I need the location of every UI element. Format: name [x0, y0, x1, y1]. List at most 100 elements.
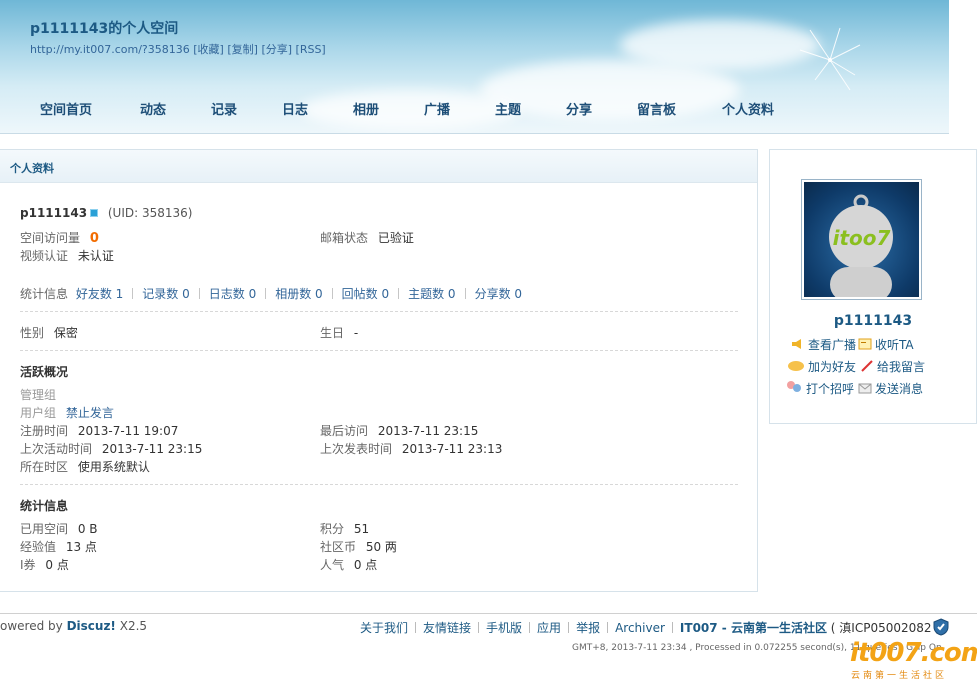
exp-row: 经验值 13 点 — [20, 538, 97, 555]
space-used-row: 已用空间 0 B — [20, 520, 98, 537]
divider — [478, 622, 480, 633]
video-value: 未认证 — [77, 249, 114, 263]
nav-feed[interactable]: 动态 — [140, 99, 211, 118]
follow-label: 收听TA — [875, 338, 914, 352]
powered-version: X2.5 — [119, 619, 148, 633]
add-friend-link[interactable]: 加为好友 — [787, 358, 856, 375]
discuz-link[interactable]: Discuz! — [67, 619, 116, 633]
user-group-link[interactable]: 禁止发言 — [66, 406, 114, 420]
email-value: 已验证 — [377, 231, 414, 245]
credits-label: 积分 — [320, 522, 345, 536]
powered-by: owered by Discuz! X2.5 — [0, 619, 147, 633]
nav-blog[interactable]: 日志 — [282, 99, 353, 118]
watermark-subtitle: 云南第一生活社区 — [851, 671, 948, 681]
nav-guestbook[interactable]: 留言板 — [637, 99, 722, 118]
divider — [398, 288, 400, 299]
admin-group-row: 管理组 — [20, 386, 56, 403]
divider — [20, 350, 738, 351]
stat-reply-link[interactable]: 回帖数 0 — [342, 287, 389, 301]
nav-album[interactable]: 相册 — [353, 99, 424, 118]
footer-report-link[interactable]: 举报 — [576, 621, 600, 635]
footer-archiver-link[interactable]: Archiver — [615, 621, 665, 635]
footer-links: 关于我们 友情链接 手机版 应用 举报 Archiver IT007 - 云南第一生活社区 … — [360, 619, 940, 636]
footer-site-link[interactable]: IT007 - 云南第一生活社区 — [680, 621, 827, 635]
add-friend-label: 加为好友 — [808, 360, 857, 374]
side-username[interactable]: p1111143 — [770, 313, 976, 329]
space-title: p1111143的个人空间 — [30, 21, 179, 37]
send-message-link[interactable]: 发送消息 — [858, 380, 923, 397]
speaker-icon — [791, 338, 805, 350]
powered-prefix: owered by — [0, 619, 63, 633]
birthday-label: 生日 — [320, 326, 345, 340]
favorite-link[interactable]: [收藏] — [193, 43, 224, 56]
popularity-value: 0 点 — [353, 558, 378, 572]
nav-share[interactable]: 分享 — [566, 99, 637, 118]
nav-doing[interactable]: 记录 — [211, 99, 282, 118]
divider — [132, 288, 134, 299]
user-group-row: 用户组 禁止发言 — [20, 404, 114, 421]
stat-share-link[interactable]: 分享数 0 — [475, 287, 522, 301]
nav-broadcast[interactable]: 广播 — [424, 99, 495, 118]
rss-link[interactable]: [RSS] — [296, 43, 326, 56]
handshake-icon — [787, 360, 805, 372]
space-used-label: 已用空间 — [20, 522, 69, 536]
voucher-label: I券 — [20, 558, 36, 572]
gender-value: 保密 — [53, 326, 78, 340]
user-card: itoo7 p1111143 查看广播 收听TA 加为好友 给我留言 打个招呼 … — [769, 149, 977, 424]
nav-thread[interactable]: 主题 — [495, 99, 566, 118]
email-row: 邮箱状态 已验证 — [320, 229, 414, 246]
last-visit-value: 2013-7-11 23:15 — [377, 424, 479, 438]
stat-album-link[interactable]: 相册数 0 — [275, 287, 322, 301]
stat-thread-link[interactable]: 主题数 0 — [408, 287, 455, 301]
space-url-link[interactable]: http://my.it007.com/?358136 — [30, 43, 190, 56]
visits-row: 空间访问量 0 — [20, 229, 99, 246]
divider — [415, 622, 417, 633]
footer-apps-link[interactable]: 应用 — [537, 621, 561, 635]
nav-profile[interactable]: 个人资料 — [722, 99, 802, 118]
send-message-label: 发送消息 — [875, 382, 924, 396]
follow-icon — [858, 338, 872, 350]
divider — [20, 484, 738, 485]
stat-doing-link[interactable]: 记录数 0 — [142, 287, 189, 301]
avatar[interactable]: itoo7 — [801, 179, 922, 300]
security-shield-icon[interactable] — [932, 618, 950, 636]
reg-time-label: 注册时间 — [20, 424, 69, 438]
view-broadcast-link[interactable]: 查看广播 — [791, 336, 856, 353]
watermark-logo: it007.com — [850, 638, 977, 668]
stat-blog-link[interactable]: 日志数 0 — [209, 287, 256, 301]
coins-row: 社区币 50 两 — [320, 538, 397, 555]
footer-about-link[interactable]: 关于我们 — [360, 621, 408, 635]
timezone-value: 使用系统默认 — [77, 460, 150, 474]
profile-uid: (UID: 358136) — [107, 206, 193, 220]
copy-link[interactable]: [复制] — [227, 43, 258, 56]
voucher-row: I券 0 点 — [20, 556, 69, 573]
nav-home[interactable]: 空间首页 — [40, 99, 140, 118]
poke-link[interactable]: 打个招呼 — [785, 380, 854, 397]
avatar-logo-text: itoo7 — [832, 226, 891, 250]
stat-friends-link[interactable]: 好友数 1 — [76, 287, 123, 301]
popularity-label: 人气 — [320, 558, 345, 572]
last-active-value: 2013-7-11 23:15 — [101, 442, 203, 456]
footer-friendlinks-link[interactable]: 友情链接 — [423, 621, 471, 635]
credits-value: 51 — [353, 522, 370, 536]
video-label: 视频认证 — [20, 249, 69, 263]
poke-icon — [785, 380, 803, 392]
share-link[interactable]: [分享] — [261, 43, 292, 56]
video-row: 视频认证 未认证 — [20, 247, 114, 264]
follow-link[interactable]: 收听TA — [858, 336, 914, 353]
email-label: 邮箱状态 — [320, 231, 369, 245]
stat-section-title: 统计信息 — [20, 499, 69, 513]
timezone-label: 所在时区 — [20, 460, 69, 474]
footer-icp-link[interactable]: ( 滇ICP05002082 ) — [831, 621, 940, 635]
divider — [529, 622, 531, 633]
leave-message-link[interactable]: 给我留言 — [860, 358, 925, 375]
divider — [20, 311, 738, 312]
last-post-value: 2013-7-11 23:13 — [401, 442, 503, 456]
popularity-row: 人气 0 点 — [320, 556, 377, 573]
birthday-row: 生日 - — [320, 324, 358, 341]
voucher-value: 0 点 — [45, 558, 69, 572]
divider — [464, 288, 466, 299]
dandelion-icon — [799, 27, 861, 91]
reg-time-value: 2013-7-11 19:07 — [77, 424, 179, 438]
footer-mobile-link[interactable]: 手机版 — [486, 621, 522, 635]
